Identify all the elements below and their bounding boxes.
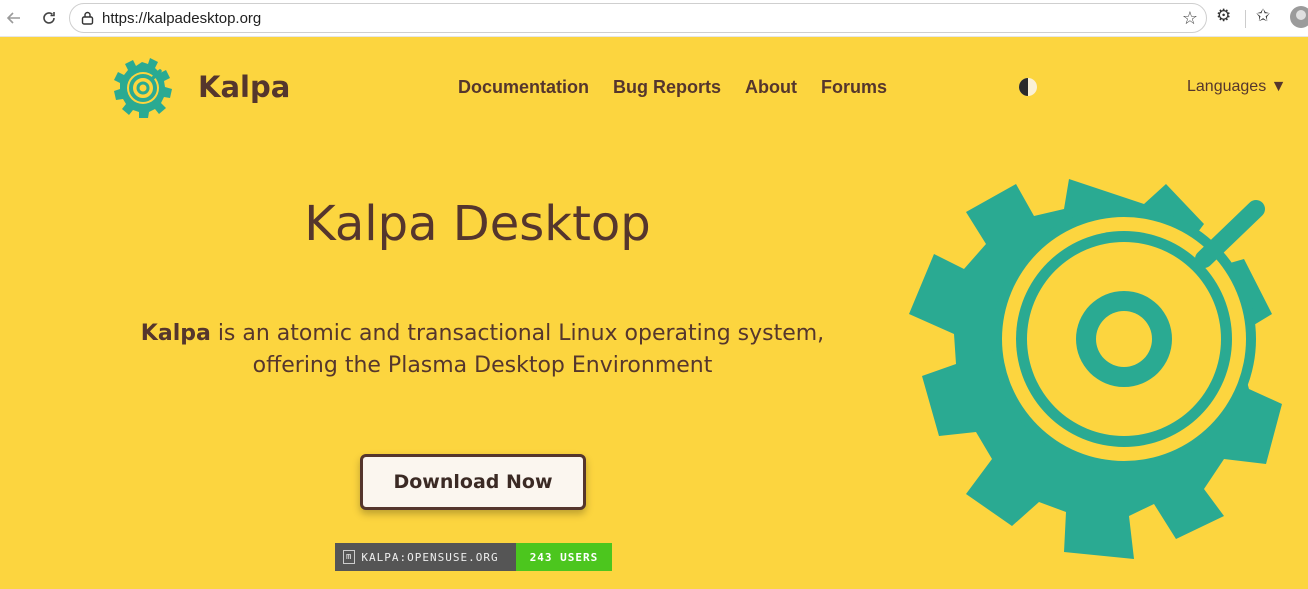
profile-icon[interactable]: [1290, 6, 1308, 28]
star-icon[interactable]: ☆: [1182, 8, 1198, 29]
lock-icon[interactable]: [80, 11, 94, 25]
url-text[interactable]: https://kalpadesktop.org: [102, 10, 261, 27]
hero-title: Kalpa Desktop: [304, 196, 651, 252]
languages-dropdown[interactable]: Languages ▼: [1187, 78, 1286, 96]
badge-room: KALPA:OPENSUSE.ORG: [361, 550, 499, 564]
nav-bug-reports[interactable]: Bug Reports: [613, 77, 721, 98]
badge-users-count: 243 USERS: [516, 543, 612, 571]
hero-description-bold: Kalpa: [140, 321, 211, 346]
brand-name[interactable]: Kalpa: [198, 70, 290, 104]
address-bar[interactable]: https://kalpadesktop.org ☆: [69, 3, 1207, 33]
badge-left: m KALPA:OPENSUSE.ORG: [335, 543, 516, 571]
download-now-button[interactable]: Download Now: [360, 454, 586, 510]
hero-description-line1: is an atomic and transactional Linux ope…: [210, 321, 825, 346]
matrix-icon: m: [343, 550, 356, 564]
nav-forums[interactable]: Forums: [821, 77, 887, 98]
toolbar-divider: [1245, 10, 1246, 28]
back-arrow-icon[interactable]: [0, 4, 28, 32]
theme-toggle-icon[interactable]: [1018, 77, 1038, 97]
favorites-icon[interactable]: ✩: [1256, 6, 1270, 26]
hero-description-line2: offering the Plasma Desktop Environment: [252, 353, 713, 378]
nav-documentation[interactable]: Documentation: [458, 77, 589, 98]
browser-toolbar: https://kalpadesktop.org ☆ ⚙ ✩: [0, 0, 1308, 37]
hero-description: Kalpa is an atomic and transactional Lin…: [120, 318, 845, 382]
kalpa-gear-illustration-icon: [909, 179, 1282, 559]
users-badge[interactable]: m KALPA:OPENSUSE.ORG 243 USERS: [335, 543, 612, 571]
reload-icon[interactable]: [35, 4, 63, 32]
nav-about[interactable]: About: [745, 77, 797, 98]
main-nav: Documentation Bug Reports About Forums: [458, 77, 887, 98]
kalpa-logo-icon[interactable]: [110, 56, 174, 118]
extensions-icon[interactable]: ⚙: [1216, 6, 1231, 26]
